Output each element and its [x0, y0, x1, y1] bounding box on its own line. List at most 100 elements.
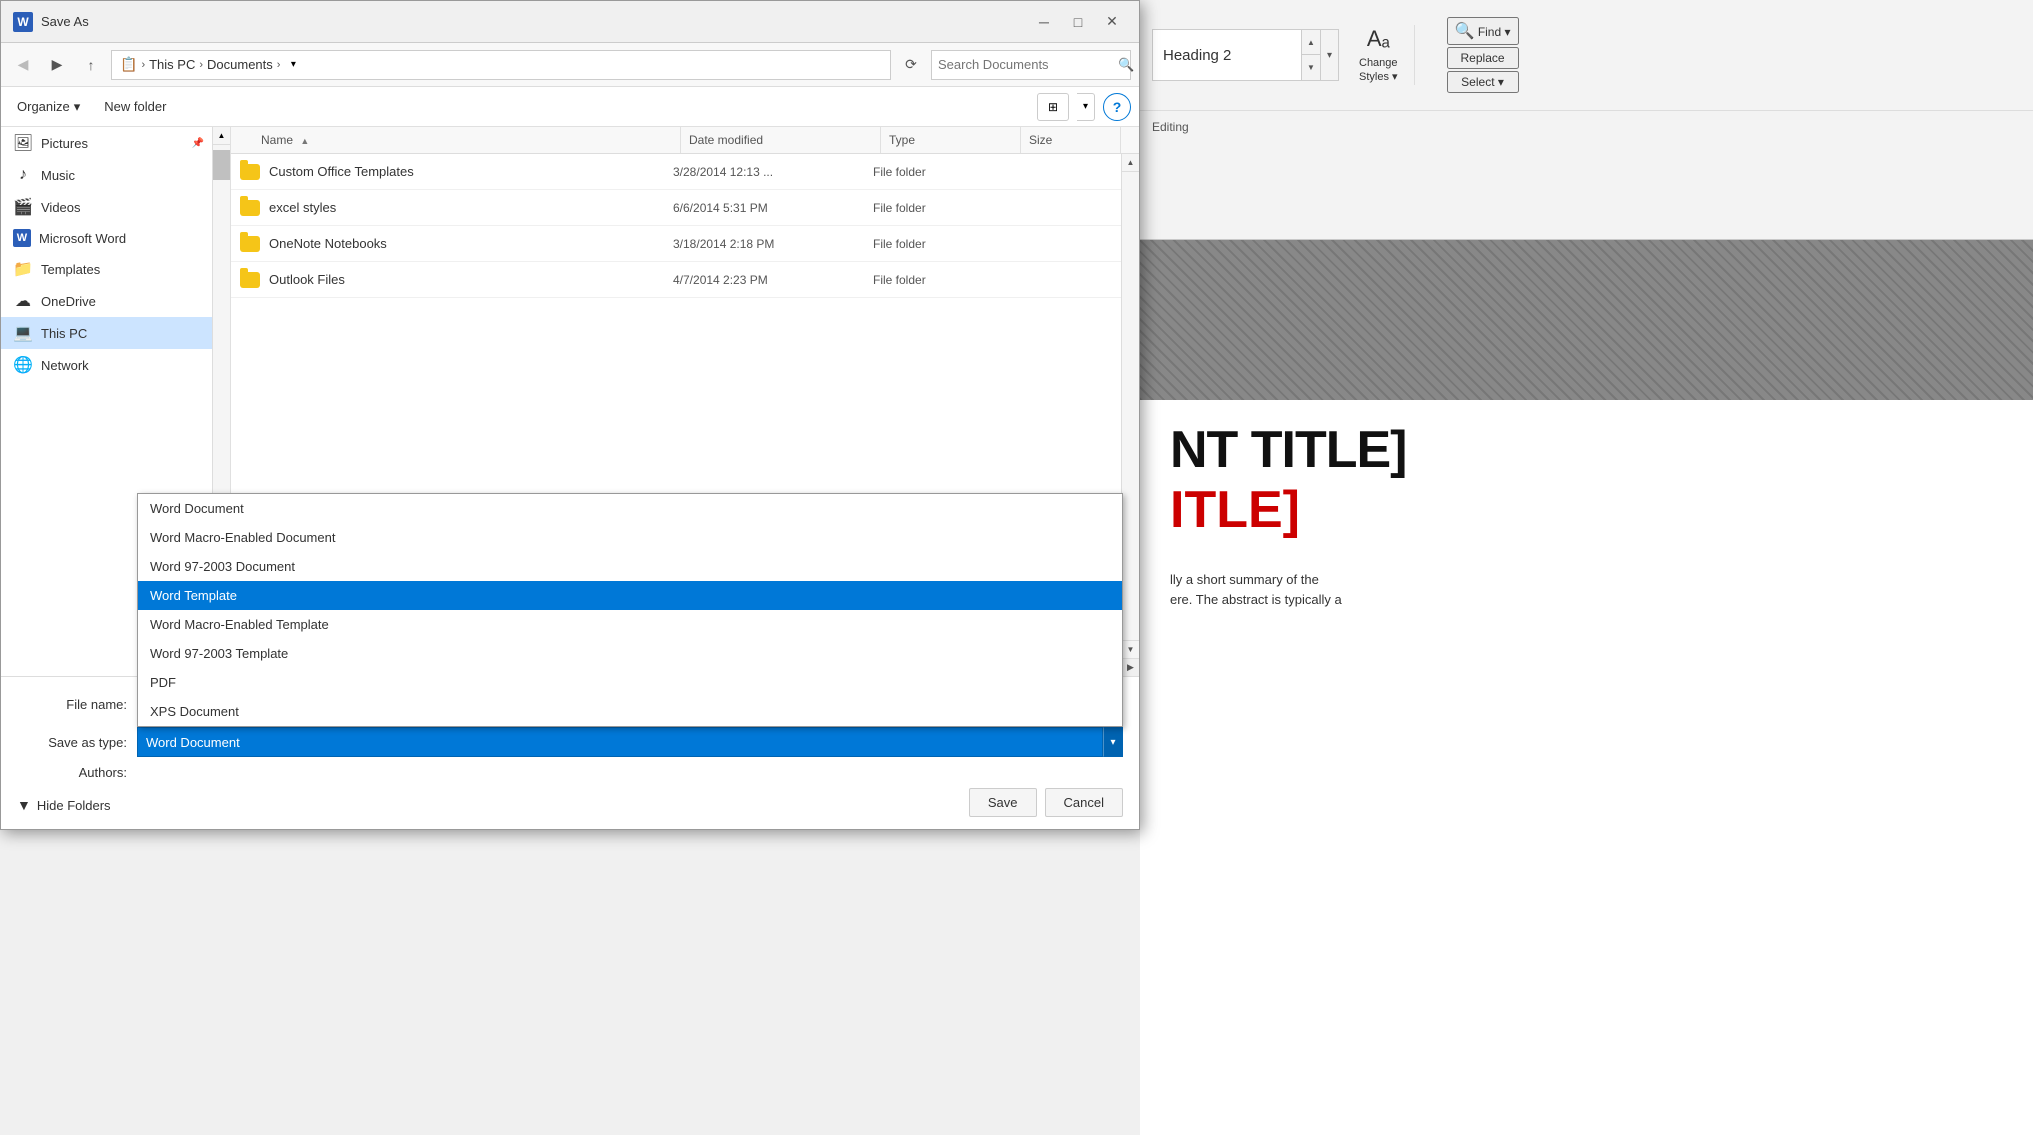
savetype-label: Save as type:	[17, 735, 137, 750]
savetype-dropdown-btn[interactable]: ▾	[1103, 727, 1123, 757]
find-replace-group: 🔍 Find ▾ Replace Select ▾	[1447, 17, 1519, 93]
h-scroll-right-btn[interactable]: ▶	[1121, 659, 1139, 677]
sidebar-item-templates[interactable]: 📁 Templates	[1, 253, 212, 285]
file-row-3[interactable]: OneNote Notebooks 3/18/2014 2:18 PM File…	[231, 226, 1121, 262]
file-scroll-down[interactable]: ▼	[1122, 640, 1139, 658]
file-row-4[interactable]: Outlook Files 4/7/2014 2:23 PM File fold…	[231, 262, 1121, 298]
change-styles-label2: Styles ▾	[1359, 71, 1398, 83]
ribbon-divider	[1414, 25, 1415, 85]
file-row-1[interactable]: Custom Office Templates 3/28/2014 12:13 …	[231, 154, 1121, 190]
sidebar-item-network[interactable]: 🌐 Network	[1, 349, 212, 381]
find-button[interactable]: 🔍 Find ▾	[1447, 17, 1519, 45]
sidebar-item-thispc[interactable]: 💻 This PC	[1, 317, 212, 349]
videos-icon: 🎬	[13, 197, 33, 217]
replace-button[interactable]: Replace	[1447, 47, 1519, 69]
toolbar: Organize ▾ New folder ⊞ ▾ ?	[1, 87, 1139, 127]
view-dropdown-button[interactable]: ▾	[1077, 93, 1095, 121]
file-list-scrollbar[interactable]: ▲ ▼	[1121, 154, 1139, 658]
file-date-3: 3/18/2014 2:18 PM	[673, 237, 873, 251]
folder-icon-2	[239, 197, 261, 219]
doc-image	[1140, 240, 2033, 400]
sidebar-item-pictures[interactable]: 🖼 Pictures 📌	[1, 127, 212, 159]
network-icon: 🌐	[13, 355, 33, 375]
file-type-2: File folder	[873, 201, 1013, 215]
sidebar-scroll-thumb[interactable]	[213, 150, 230, 180]
style-scroll-up[interactable]: ▲	[1302, 30, 1320, 55]
view-button[interactable]: ⊞	[1037, 93, 1069, 121]
dialog-titlebar: W Save As ─ □ ✕	[1, 1, 1139, 43]
folder-icon-1	[239, 161, 261, 183]
sidebar-item-videos[interactable]: 🎬 Videos	[1, 191, 212, 223]
file-date-1: 3/28/2014 12:13 ...	[673, 165, 873, 179]
savetype-option-8[interactable]: XPS Document	[138, 697, 1122, 726]
savetype-selected[interactable]: Word Document	[137, 727, 1103, 757]
templates-icon: 📁	[13, 259, 33, 279]
sidebar-item-label: OneDrive	[41, 294, 96, 309]
up-button[interactable]: ↑	[77, 51, 105, 79]
savetype-option-4[interactable]: Word Template	[138, 581, 1122, 610]
savetype-option-1[interactable]: Word Document	[138, 494, 1122, 523]
dialog-icon: W	[13, 12, 33, 32]
filename-label: File name:	[17, 697, 137, 712]
address-bar: ◀ ▶ ↑ 📋 › This PC › Documents › ▾ ⟳ 🔍	[1, 43, 1139, 87]
sidebar-item-label: Microsoft Word	[39, 231, 126, 246]
style-scroll-down[interactable]: ▼	[1302, 55, 1320, 80]
heading2-style[interactable]: Heading 2	[1152, 29, 1302, 81]
organize-button[interactable]: Organize ▾	[9, 95, 88, 119]
savetype-control: Word Document ▾	[137, 727, 1123, 757]
file-type-3: File folder	[873, 237, 1013, 251]
search-box[interactable]: 🔍	[931, 50, 1131, 80]
new-folder-button[interactable]: New folder	[96, 95, 174, 118]
search-icon[interactable]: 🔍	[1118, 57, 1134, 73]
file-scroll-up[interactable]: ▲	[1122, 154, 1139, 172]
breadcrumb-thispc: This PC	[149, 57, 195, 72]
editing-label: Editing	[1140, 110, 2033, 142]
file-name-3: OneNote Notebooks	[269, 236, 673, 251]
sidebar-item-word[interactable]: W Microsoft Word	[1, 223, 212, 253]
heading2-label: Heading 2	[1163, 47, 1231, 64]
close-button[interactable]: ✕	[1097, 10, 1127, 34]
change-styles-btn[interactable]: Aₐ Change Styles ▾	[1359, 25, 1398, 84]
cancel-button[interactable]: Cancel	[1045, 788, 1123, 817]
sidebar-scroll-up-btn[interactable]: ▲	[213, 127, 230, 145]
breadcrumb[interactable]: 📋 › This PC › Documents › ▾	[111, 50, 891, 80]
savetype-option-3[interactable]: Word 97-2003 Document	[138, 552, 1122, 581]
help-button[interactable]: ?	[1103, 93, 1131, 121]
savetype-option-2[interactable]: Word Macro-Enabled Document	[138, 523, 1122, 552]
savetype-option-7[interactable]: PDF	[138, 668, 1122, 697]
file-row-2[interactable]: excel styles 6/6/2014 5:31 PM File folde…	[231, 190, 1121, 226]
col-name-header[interactable]: Name ▲	[253, 127, 681, 153]
folder-icon-4	[239, 269, 261, 291]
sidebar-item-music[interactable]: ♪ Music	[1, 159, 212, 191]
maximize-button[interactable]: □	[1063, 10, 1093, 34]
sidebar-item-onedrive[interactable]: ☁ OneDrive	[1, 285, 212, 317]
folder-icon-3	[239, 233, 261, 255]
col-type-header[interactable]: Type	[881, 127, 1021, 153]
sidebar-item-label: Videos	[41, 200, 81, 215]
thispc-icon: 💻	[13, 323, 33, 343]
search-input[interactable]	[938, 57, 1114, 72]
savetype-option-5[interactable]: Word Macro-Enabled Template	[138, 610, 1122, 639]
select-button[interactable]: Select ▾	[1447, 71, 1519, 93]
back-button[interactable]: ◀	[9, 51, 37, 79]
breadcrumb-documents: Documents	[207, 57, 273, 72]
pin-icon: 📌	[192, 138, 204, 149]
hide-folders-label: Hide Folders	[37, 798, 111, 813]
dialog-bottom: File name: ▾ Save as type: Word Document…	[1, 676, 1139, 829]
col-size-header[interactable]: Size	[1021, 127, 1121, 153]
doc-title-line2: ITLE]	[1140, 480, 2033, 560]
forward-button[interactable]: ▶	[43, 51, 71, 79]
file-date-2: 6/6/2014 5:31 PM	[673, 201, 873, 215]
refresh-button[interactable]: ⟳	[897, 51, 925, 79]
hide-folders-control[interactable]: ▼ Hide Folders	[17, 797, 111, 813]
styles-group: Heading 2 ▲ ▼ ▾	[1152, 29, 1339, 81]
save-button[interactable]: Save	[969, 788, 1037, 817]
savetype-option-6[interactable]: Word 97-2003 Template	[138, 639, 1122, 668]
change-styles-group[interactable]: Aₐ Change Styles ▾	[1359, 25, 1398, 84]
file-date-4: 4/7/2014 2:23 PM	[673, 273, 873, 287]
breadcrumb-dropdown[interactable]: ▾	[284, 51, 302, 79]
style-dropdown[interactable]: ▾	[1321, 29, 1339, 81]
minimize-button[interactable]: ─	[1029, 10, 1059, 34]
col-date-header[interactable]: Date modified	[681, 127, 881, 153]
sidebar-item-label: Network	[41, 358, 89, 373]
